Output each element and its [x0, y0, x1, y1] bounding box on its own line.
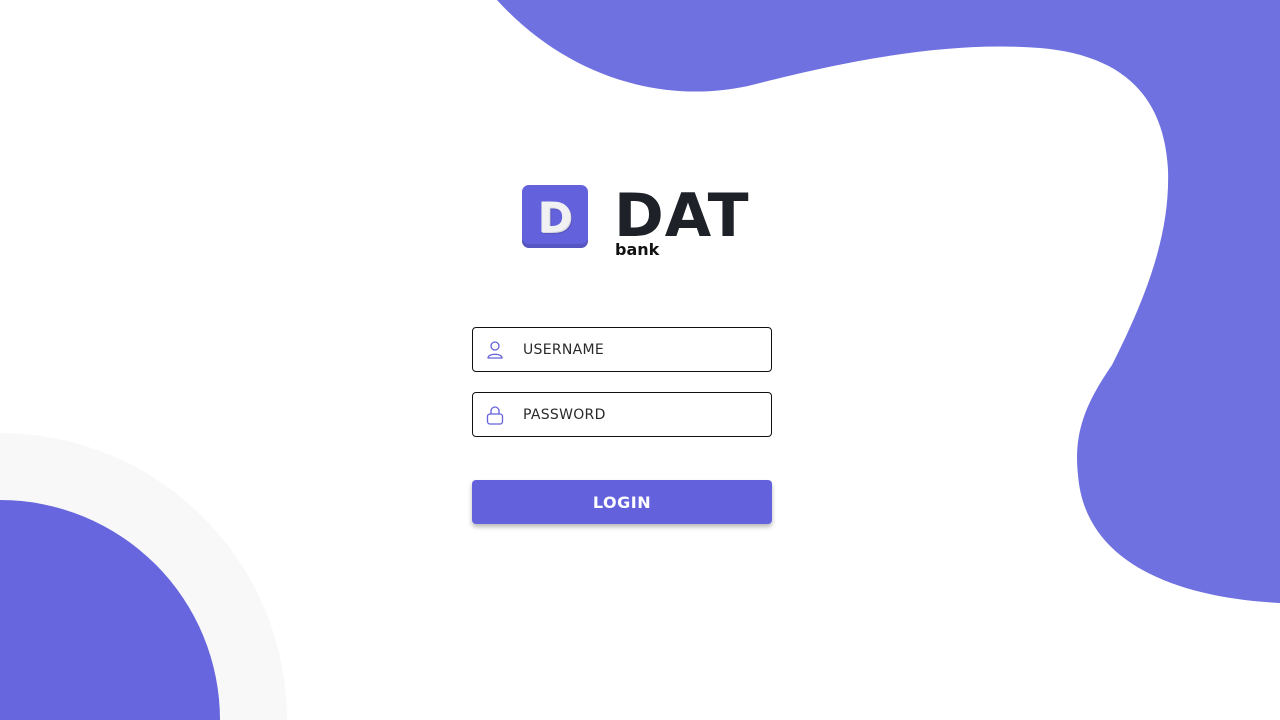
username-input[interactable] [523, 328, 763, 371]
username-field[interactable] [472, 327, 772, 372]
user-icon [487, 341, 503, 359]
logo-subtitle: bank [615, 240, 660, 259]
lock-icon [486, 406, 504, 425]
logo-mark: D [522, 185, 588, 248]
password-input[interactable] [523, 393, 763, 436]
password-field[interactable] [472, 392, 772, 437]
login-button[interactable]: LOGIN [472, 480, 772, 524]
brand-logo: D DAT bank [522, 183, 762, 265]
logo-mark-letter: D [537, 193, 573, 242]
login-page: D DAT bank LOGIN [0, 0, 1280, 720]
